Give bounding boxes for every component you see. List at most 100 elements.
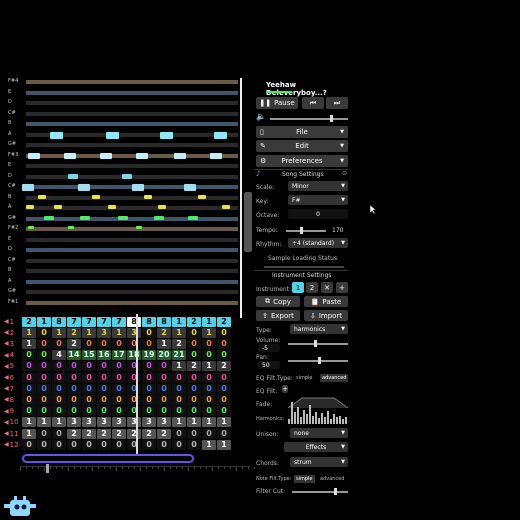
pattern-cell[interactable]: 0 <box>127 361 141 372</box>
pattern-cell[interactable]: 0 <box>82 439 96 450</box>
scale-select[interactable]: Minor ▼ <box>288 181 348 191</box>
master-volume-slider[interactable] <box>270 118 348 120</box>
speaker-icon[interactable]: ◀ <box>4 408 9 415</box>
eq-filt-plus-button[interactable]: + <box>282 385 288 393</box>
pattern-cell[interactable]: 2 <box>187 361 201 372</box>
pitch-lane[interactable] <box>26 216 238 221</box>
eq-simple-option[interactable]: simple <box>296 375 313 381</box>
pattern-cell[interactable]: 4 <box>52 350 66 361</box>
pattern-cell[interactable]: 0 <box>172 406 186 417</box>
instrument-tab-2[interactable]: 2 <box>306 282 318 293</box>
pattern-cell[interactable]: 0 <box>37 338 51 349</box>
pattern-cell[interactable]: 1 <box>37 417 51 428</box>
preferences-menu[interactable]: ⚙ Preferences ▼ <box>256 155 348 167</box>
track-header[interactable]: ◀ 11 <box>4 430 22 438</box>
pattern-cell[interactable]: 0 <box>187 327 201 338</box>
harmonic-bar[interactable] <box>306 414 308 424</box>
pattern-cell[interactable]: 0 <box>82 394 96 405</box>
note-block[interactable] <box>210 152 222 159</box>
speaker-icon[interactable]: ◀ <box>4 318 9 325</box>
pattern-cell[interactable]: 14 <box>67 350 81 361</box>
pattern-cell[interactable]: 0 <box>37 394 51 405</box>
export-button[interactable]: ⇪ Export <box>256 310 300 321</box>
pattern-cell[interactable]: 0 <box>22 383 36 394</box>
harmonic-bar[interactable] <box>300 417 302 424</box>
pattern-cell[interactable]: 1 <box>172 417 186 428</box>
pattern-cell[interactable]: 0 <box>97 439 111 450</box>
pattern-cell[interactable]: 0 <box>202 372 216 383</box>
pattern-cell[interactable]: 0 <box>52 394 66 405</box>
pattern-cell[interactable]: 0 <box>22 361 36 372</box>
pattern-cell[interactable]: 0 <box>37 361 51 372</box>
pattern-cell[interactable]: 0 <box>37 383 51 394</box>
pattern-cell[interactable]: 0 <box>202 350 216 361</box>
pattern-cell[interactable]: 0 <box>112 383 126 394</box>
song-settings-more-icon[interactable]: ⊙ <box>342 170 347 177</box>
pattern-cell[interactable]: 0 <box>37 372 51 383</box>
pattern-cell[interactable]: 1 <box>22 428 36 439</box>
note-block[interactable] <box>154 215 164 220</box>
pattern-cell[interactable]: 0 <box>187 439 201 450</box>
pattern-cell[interactable]: 3 <box>82 417 96 428</box>
pattern-cell[interactable]: 1 <box>202 417 216 428</box>
type-select[interactable]: harmonics ▼ <box>290 324 348 334</box>
pattern-cell[interactable]: 0 <box>67 439 81 450</box>
pitch-lane[interactable] <box>26 300 238 305</box>
pattern-cell[interactable]: 1 <box>217 417 231 428</box>
pattern-cell[interactable]: 0 <box>217 372 231 383</box>
tempo-knob[interactable] <box>300 227 303 234</box>
note-block[interactable] <box>198 194 206 199</box>
harmonic-bar[interactable] <box>309 405 311 424</box>
pattern-cell[interactable]: 8 <box>127 316 141 327</box>
pattern-cell[interactable]: 0 <box>37 350 51 361</box>
pattern-cell[interactable]: 0 <box>127 394 141 405</box>
pitch-lane[interactable] <box>26 290 238 294</box>
pattern-cell[interactable]: 0 <box>217 406 231 417</box>
pitch-lane[interactable] <box>26 90 238 95</box>
pattern-cell[interactable]: 0 <box>172 394 186 405</box>
pattern-cell[interactable]: 0 <box>22 394 36 405</box>
harmonic-bar[interactable] <box>318 418 320 424</box>
note-block[interactable] <box>106 131 119 139</box>
speaker-icon[interactable]: ◀ <box>4 329 9 336</box>
pattern-cell[interactable]: 0 <box>187 372 201 383</box>
pattern-cell[interactable]: 0 <box>157 361 171 372</box>
pattern-cell[interactable]: 2 <box>217 361 231 372</box>
note-block[interactable] <box>64 152 76 159</box>
pattern-cell[interactable]: 17 <box>112 350 126 361</box>
harmonic-bar[interactable] <box>303 410 305 424</box>
pattern-cell[interactable]: 1 <box>112 327 126 338</box>
note-block[interactable] <box>28 152 40 159</box>
pattern-cell[interactable]: 2 <box>157 428 171 439</box>
pattern-cell[interactable]: 1 <box>202 361 216 372</box>
pattern-cell[interactable]: 0 <box>52 406 66 417</box>
harmonic-bar[interactable] <box>339 416 341 424</box>
pitch-lane[interactable] <box>26 153 238 158</box>
pattern-cell[interactable]: 1 <box>82 327 96 338</box>
note-block[interactable] <box>26 205 34 209</box>
note-block[interactable] <box>44 215 54 220</box>
track-header[interactable]: ◀ 10 <box>4 418 22 426</box>
pattern-cell[interactable]: 0 <box>82 338 96 349</box>
pattern-cell[interactable]: 0 <box>217 428 231 439</box>
pattern-cell[interactable]: 7 <box>67 316 81 327</box>
pattern-cell[interactable]: 1 <box>157 338 171 349</box>
pattern-cell[interactable]: 2 <box>67 428 81 439</box>
harmonic-bar[interactable] <box>324 417 326 424</box>
pattern-cell[interactable]: 0 <box>112 338 126 349</box>
pitch-lane[interactable] <box>26 111 238 116</box>
pattern-cell[interactable]: 2 <box>82 428 96 439</box>
pause-button[interactable]: ❚❚ Pause <box>256 97 298 109</box>
harmonics-editor[interactable] <box>288 398 348 424</box>
pattern-scrollbar[interactable] <box>244 192 252 252</box>
track-header[interactable]: ◀ 1 <box>4 318 22 326</box>
pattern-cell[interactable]: 0 <box>52 428 66 439</box>
note-block[interactable] <box>100 152 112 159</box>
pattern-cell[interactable]: 0 <box>22 372 36 383</box>
pattern-cell[interactable]: 2 <box>67 327 81 338</box>
import-button[interactable]: ⇩ Import <box>304 310 348 321</box>
pattern-cell[interactable]: 0 <box>202 428 216 439</box>
track-header[interactable]: ◀ 8 <box>4 396 22 404</box>
note-block[interactable] <box>108 205 116 209</box>
volume-knob[interactable] <box>314 340 317 347</box>
